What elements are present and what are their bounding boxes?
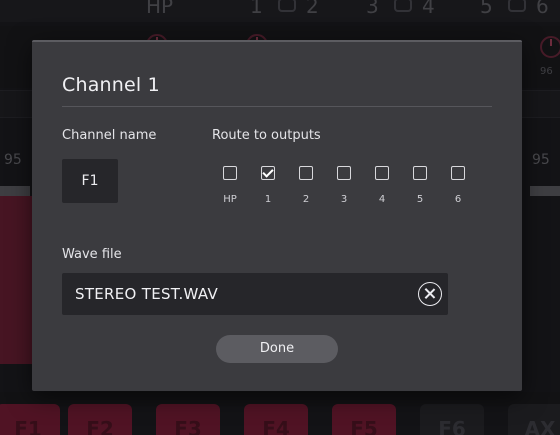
output-option-4: 4: [364, 166, 400, 205]
wave-file-value: STEREO TEST.WAV: [75, 285, 219, 303]
output-option-3: 3: [326, 166, 362, 205]
output-label: 1: [264, 194, 272, 205]
output-label: 2: [302, 194, 310, 205]
channel-name-input[interactable]: F1: [62, 159, 118, 203]
output-checkbox-3[interactable]: [337, 166, 351, 180]
output-label: 6: [454, 194, 462, 205]
done-button[interactable]: Done: [216, 335, 338, 363]
channel-settings-dialog: Channel 1 Channel name F1 Route to outpu…: [32, 40, 522, 391]
wave-file-field[interactable]: STEREO TEST.WAV: [62, 273, 448, 315]
dialog-title: Channel 1: [62, 74, 160, 96]
route-to-outputs-label: Route to outputs: [212, 128, 321, 143]
output-label: 3: [340, 194, 348, 205]
output-checkbox-6[interactable]: [451, 166, 465, 180]
clear-wave-file-icon[interactable]: [418, 282, 442, 306]
output-option-6: 6: [440, 166, 476, 205]
wave-file-label: Wave file: [62, 247, 122, 262]
output-checkbox-hp[interactable]: [223, 166, 237, 180]
output-checkbox-1[interactable]: [261, 166, 275, 180]
output-checkbox-4[interactable]: [375, 166, 389, 180]
output-option-1: 1: [250, 166, 286, 205]
output-label: 4: [378, 194, 386, 205]
title-divider: [62, 106, 492, 107]
output-checkbox-2[interactable]: [299, 166, 313, 180]
output-label: HP: [223, 194, 237, 205]
output-option-hp: HP: [212, 166, 248, 205]
output-option-5: 5: [402, 166, 438, 205]
output-label: 5: [416, 194, 424, 205]
output-checkbox-5[interactable]: [413, 166, 427, 180]
channel-name-label: Channel name: [62, 128, 157, 143]
output-routing-group: HP 1 2 3 4 5 6: [212, 166, 472, 216]
output-option-2: 2: [288, 166, 324, 205]
